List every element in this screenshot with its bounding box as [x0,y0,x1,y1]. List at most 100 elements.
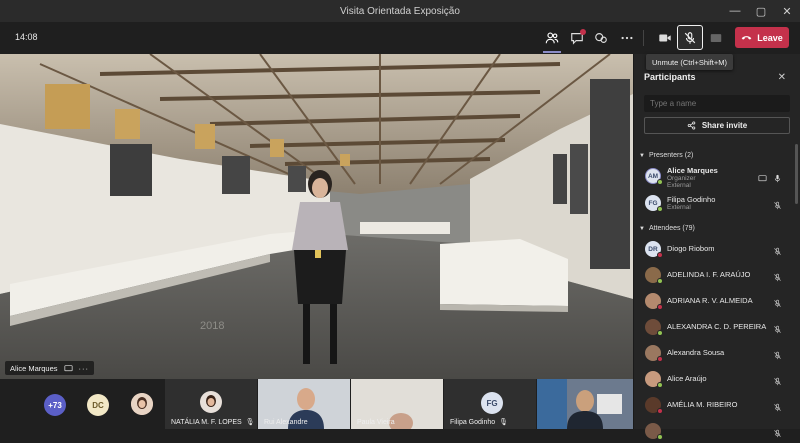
participant-row[interactable]: AM Alice Marques Organizer External [634,165,794,189]
close-panel-icon[interactable]: ✕ [778,72,786,83]
unmute-tooltip: Unmute (Ctrl+Shift+M) [646,54,734,70]
exhibition-hall-video: 2018 [0,54,633,379]
participant-row[interactable]: ADRIANA R. V. ALMEIDA [634,290,794,312]
mic-on-icon[interactable] [773,170,782,188]
status-icon [657,408,663,414]
camera-icon[interactable] [654,28,676,48]
tile-label: Filipa Godinho [450,418,496,426]
participant-avatar-dc[interactable]: DC [87,394,109,416]
mic-off-icon[interactable] [773,321,782,339]
share-invite-button[interactable]: Share invite [644,117,790,134]
panel-title: Participants [644,72,696,82]
mic-off-icon[interactable] [773,425,782,443]
toolbar-divider [643,30,644,46]
attendees-section-header[interactable]: ▼ Attendees (79) [639,225,695,232]
main-video-stage[interactable]: 2018 [0,54,633,379]
participant-row[interactable]: DR Diogo Riobom [634,238,794,260]
participant-row[interactable]: ADELINDA I. F. ARAÚJO [634,264,794,286]
status-icon [657,304,663,310]
screen-share-icon [758,170,767,188]
status-icon [657,278,663,284]
mic-off-icon[interactable] [773,347,782,365]
share-screen-icon[interactable] [705,28,727,48]
participant-name: AMÉLIA M. RIBEIRO [667,400,738,409]
window-titlebar: Visita Orientada Exposição — ▢ ✕ [0,0,800,22]
video-tile-natalia[interactable]: NATÁLIA M. F. LOPES 🎙 [165,379,257,429]
video-tile-filipa[interactable]: FG Filipa Godinho 🎙 [444,379,536,429]
maximize-icon[interactable]: ▢ [748,0,774,22]
video-tile-paula[interactable]: Paula Vieira [351,379,443,429]
participant-row[interactable]: ALEXANDRA C. D. PEREIRA [634,316,794,338]
mic-off-icon[interactable] [773,243,782,261]
status-icon [657,434,663,440]
tile-label: NATÁLIA M. F. LOPES [171,418,242,426]
participants-active-indicator [543,51,561,53]
participant-name: ALEXANDRA C. D. PEREIRA [667,322,767,331]
participant-avatar-photo[interactable] [131,393,153,415]
participant-external-label: External [667,182,691,189]
participant-name: Alexandra Sousa [667,348,725,357]
tile-more-icon[interactable]: ··· [79,364,90,373]
mic-toggle-button[interactable] [677,25,703,50]
presenters-section-header[interactable]: ▼ Presenters (2) [639,152,693,159]
share-invite-label: Share invite [701,121,748,130]
person-photo-icon [131,393,153,415]
participant-row[interactable]: Alice Araújo [634,368,794,390]
status-available-icon [657,206,663,212]
mic-off-icon: 🎙 [499,419,509,426]
status-icon [657,356,663,362]
participant-name: Alice Marques [667,166,718,175]
status-icon [657,330,663,336]
status-icon [657,382,663,388]
meeting-toolbar: 14:08 Leave [0,22,800,54]
participant-name: Filipa Godinho [667,195,716,204]
mic-off-icon: 🎙 [245,419,255,426]
leave-button[interactable]: Leave [735,27,789,48]
participant-name: Diogo Riobom [667,244,715,253]
participant-search-input[interactable] [644,95,790,112]
floor-year-text: 2018 [200,320,224,332]
video-tile-rui[interactable]: Rui Alexandre [258,379,350,429]
window-title: Visita Orientada Exposição [340,5,460,17]
chat-icon[interactable] [566,28,588,48]
more-actions-icon[interactable] [616,28,638,48]
participants-icon[interactable] [541,28,563,48]
phone-hangup-icon [741,36,752,40]
status-available-icon [657,179,663,185]
participant-video-strip: +73 DC NATÁLIA M. F. LOPES 🎙 Rui Alexandr… [0,379,633,429]
participant-row[interactable]: AMÉLIA M. RIBEIRO [634,394,794,416]
mic-off-icon[interactable] [773,295,782,313]
participants-panel: Participants ✕ Share invite ▼ Presenters… [633,54,800,440]
attendees-header-label: Attendees (79) [648,225,695,232]
participant-name: ADELINDA I. F. ARAÚJO [667,270,751,279]
speaker-name-tag: Alice Marques ··· [5,361,95,375]
tile-label: Paula Vieira [357,419,395,426]
mic-off-icon[interactable] [773,269,782,287]
mic-off-icon[interactable] [773,197,782,215]
overflow-participants-badge[interactable]: +73 [44,394,66,416]
speaker-name: Alice Marques [10,363,58,373]
reactions-icon[interactable] [590,28,612,48]
participant-video-feed [537,379,633,429]
close-window-icon[interactable]: ✕ [774,0,800,22]
chat-badge [580,29,586,35]
mic-off-icon[interactable] [773,373,782,391]
participant-role: Organizer [667,175,696,182]
mic-off-icon[interactable] [773,399,782,417]
participant-row[interactable] [634,420,794,442]
window-controls: — ▢ ✕ [722,0,800,22]
meeting-clock: 14:08 [15,32,38,42]
participant-avatar-fg: FG [481,392,503,414]
minimize-icon[interactable]: — [722,0,748,22]
screen-share-indicator-icon [64,364,73,371]
participant-row[interactable]: FG Filipa Godinho External [634,192,794,214]
participant-external-label: External [667,204,691,211]
person-photo-icon [200,391,222,413]
chevron-down-icon: ▼ [639,152,645,159]
panel-scrollbar[interactable] [795,144,798,204]
share-icon [687,121,696,130]
video-tile-participant[interactable] [537,379,633,429]
participant-row[interactable]: Alexandra Sousa [634,342,794,364]
mic-off-icon [684,31,696,44]
participant-name: ADRIANA R. V. ALMEIDA [667,296,753,305]
